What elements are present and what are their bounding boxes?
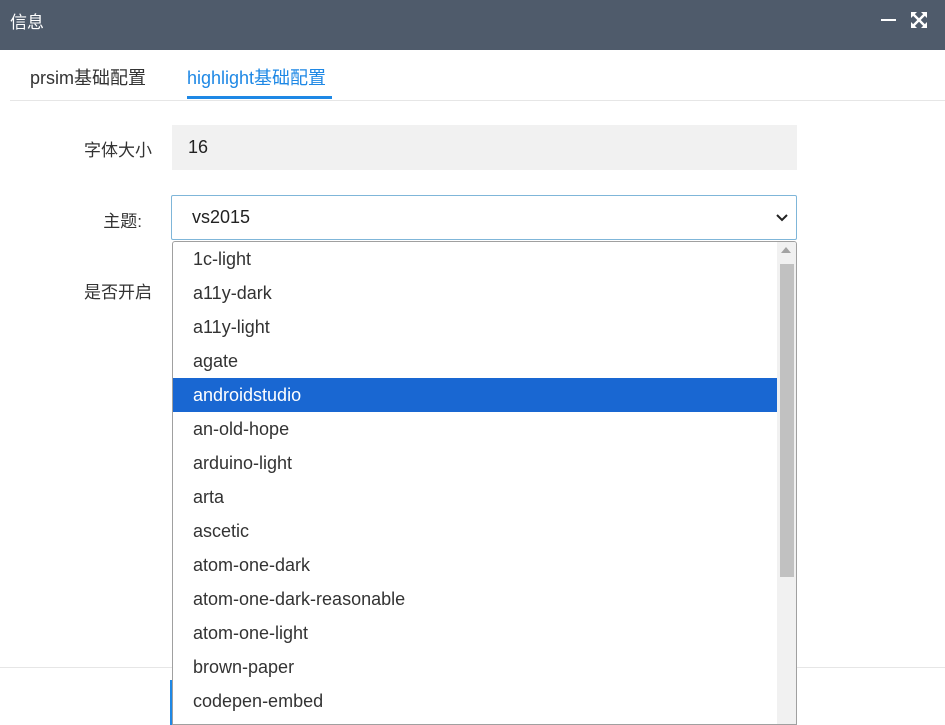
dropdown-option-agate[interactable]: agate — [173, 344, 777, 378]
dropdown-option-arduino-light[interactable]: arduino-light — [173, 446, 777, 480]
enabled-label: 是否开启 — [84, 283, 152, 302]
font-size-input[interactable]: 16 — [172, 125, 797, 170]
dropdown-option-atom-one-dark[interactable]: atom-one-dark — [173, 548, 777, 582]
dropdown-options: 1c-light a11y-dark a11y-light agate androids… — [173, 242, 777, 718]
theme-select[interactable]: vs2015 — [171, 195, 797, 240]
dropdown-option-codepen-embed[interactable]: codepen-embed — [173, 684, 777, 718]
dropdown-option-androidstudio[interactable]: androidstudio — [173, 378, 777, 412]
minimize-icon[interactable] — [879, 10, 899, 30]
theme-select-value: vs2015 — [192, 207, 251, 227]
dropdown-option-atom-one-dark-reasonable[interactable]: atom-one-dark-reasonable — [173, 582, 777, 616]
window-titlebar: 信息 — [0, 0, 945, 50]
dropdown-scrollbar[interactable] — [777, 242, 796, 724]
active-tab-indicator — [187, 96, 332, 99]
theme-dropdown-list: 1c-light a11y-dark a11y-light agate androids… — [172, 241, 797, 725]
window-title: 信息 — [10, 13, 44, 32]
theme-label: 主题: — [103, 212, 142, 231]
dropdown-option-ascetic[interactable]: ascetic — [173, 514, 777, 548]
font-size-label: 字体大小 — [84, 141, 152, 160]
dropdown-option-a11y-light[interactable]: a11y-light — [173, 310, 777, 344]
dropdown-option-an-old-hope[interactable]: an-old-hope — [173, 412, 777, 446]
dropdown-option-1c-light[interactable]: 1c-light — [173, 242, 777, 276]
dropdown-option-a11y-dark[interactable]: a11y-dark — [173, 276, 777, 310]
maximize-icon[interactable] — [909, 10, 929, 30]
chevron-down-icon — [774, 210, 790, 226]
tab-prsim-config[interactable]: prsim基础配置 — [30, 64, 146, 90]
dropdown-option-brown-paper[interactable]: brown-paper — [173, 650, 777, 684]
scrollbar-thumb[interactable] — [780, 264, 794, 577]
dropdown-option-arta[interactable]: arta — [173, 480, 777, 514]
scroll-up-arrow-icon[interactable] — [781, 247, 791, 253]
dropdown-option-atom-one-light[interactable]: atom-one-light — [173, 616, 777, 650]
tab-highlight-config[interactable]: highlight基础配置 — [187, 64, 326, 90]
tab-bar: prsim基础配置 highlight基础配置 — [10, 50, 945, 101]
